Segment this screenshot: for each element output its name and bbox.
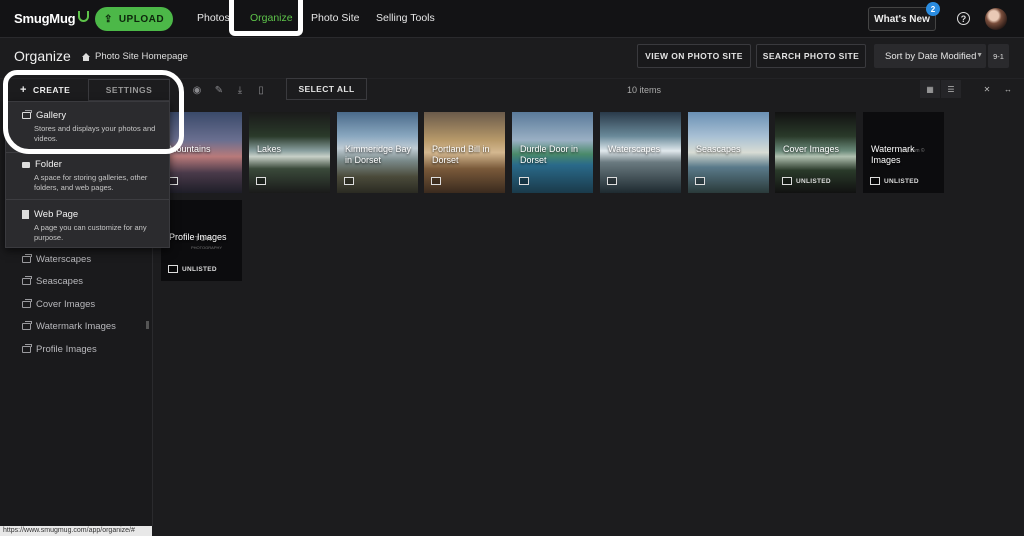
grid-view-icon[interactable]: ▦ xyxy=(920,80,940,98)
highlight-create-gallery-annotation xyxy=(3,70,184,154)
breadcrumb[interactable]: Photo Site Homepage xyxy=(82,51,188,62)
tile-label: Cover Images xyxy=(783,144,840,154)
gallery-icon xyxy=(519,177,529,185)
unlisted-badge: UNLISTED xyxy=(884,178,919,185)
gallery-icon xyxy=(22,299,32,308)
items-count: 10 items xyxy=(627,85,662,95)
wrench-icon[interactable]: ✎ xyxy=(212,83,226,97)
tile-label: Durdle Door in Dorset xyxy=(520,144,579,165)
upload-label: UPLOAD xyxy=(118,13,165,25)
gallery-icon xyxy=(870,177,880,185)
expand-icon[interactable]: ↔ xyxy=(998,80,1018,98)
tree-item-label: Cover Images xyxy=(36,299,96,310)
gallery-icon xyxy=(344,177,354,185)
menu-item-title: Web Page xyxy=(34,209,79,220)
collapse-icon[interactable]: ✕ xyxy=(977,80,997,98)
tree-item-label: Profile Images xyxy=(36,344,97,355)
tile-label: Kimmeridge Bay in Dorset xyxy=(345,144,412,165)
gallery-tile-durdle-door[interactable]: Durdle Door in Dorset xyxy=(512,112,593,193)
search-photo-site-button[interactable]: SEARCH PHOTO SITE xyxy=(756,44,866,68)
logo-text: SmugMug xyxy=(14,11,76,26)
gallery-tile-kimmeridge[interactable]: Kimmeridge Bay in Dorset xyxy=(337,112,418,193)
smile-icon xyxy=(78,11,90,22)
nav-link-photo-site[interactable]: Photo Site xyxy=(311,12,359,24)
whats-new-label: What's New xyxy=(874,13,930,25)
list-view-icon[interactable]: ☰ xyxy=(941,80,961,98)
gallery-icon xyxy=(431,177,441,185)
notification-badge: 2 xyxy=(926,2,940,16)
unlisted-badge: UNLISTED xyxy=(182,266,217,273)
gallery-icon xyxy=(256,177,266,185)
home-icon xyxy=(82,52,90,61)
menu-divider xyxy=(6,199,169,200)
tree-item-profile-images[interactable]: Profile Images xyxy=(22,344,97,355)
tree-item-watermark-images[interactable]: Watermark Images xyxy=(22,321,116,332)
sort-direction-button[interactable]: 9-1 xyxy=(988,44,1009,68)
gallery-icon xyxy=(22,254,32,263)
status-bar-url: https://www.smugmug.com/app/organize/# xyxy=(0,526,152,536)
create-menu-item-folder[interactable]: Folder A space for storing galleries, ot… xyxy=(6,159,169,193)
gallery-tile-seascapes[interactable]: Seascapes xyxy=(688,112,769,193)
eye-icon[interactable]: ◉ xyxy=(190,83,204,97)
sort-value: Sort by Date Modified xyxy=(885,50,977,62)
gallery-tile-watermark-images[interactable]: phy.com © Watermark Images UNLISTED xyxy=(863,112,944,193)
highlight-organize-annotation xyxy=(229,0,303,36)
gallery-icon xyxy=(22,276,32,285)
smugmug-logo[interactable]: SmugMug xyxy=(14,11,90,26)
tree-item-label: Waterscapes xyxy=(36,254,92,265)
tile-label: Waterscapes xyxy=(608,144,661,154)
download-icon[interactable]: ⤓ xyxy=(233,83,247,97)
gallery-icon xyxy=(782,177,792,185)
gallery-icon xyxy=(168,265,178,273)
gallery-tile-cover-images[interactable]: Cover Images UNLISTED xyxy=(775,112,856,193)
top-navigation: SmugMug ⇪ UPLOAD Photos Organize Photo S… xyxy=(0,0,1024,38)
chevron-down-icon: ▼ xyxy=(976,52,983,59)
view-on-photo-site-button[interactable]: VIEW ON PHOTO SITE xyxy=(637,44,751,68)
page-icon xyxy=(22,210,29,219)
tree-item-label: Seascapes xyxy=(36,276,84,287)
trash-icon[interactable]: ▯ xyxy=(254,83,268,97)
gallery-icon xyxy=(695,177,705,185)
tree-item-label: Watermark Images xyxy=(36,321,116,332)
upload-button[interactable]: ⇪ UPLOAD xyxy=(95,7,173,31)
tile-label: Lakes xyxy=(257,144,282,154)
gallery-icon xyxy=(607,177,617,185)
menu-item-description: A page you can customize for any purpose… xyxy=(34,223,147,242)
nav-link-selling-tools[interactable]: Selling Tools xyxy=(376,12,435,24)
brand-subtext: PHOTOGRAPHY xyxy=(191,245,223,250)
gallery-tile-profile-images[interactable]: TON PHOTOGRAPHY Profile Images UNLISTED xyxy=(161,200,242,281)
nav-link-photos[interactable]: Photos xyxy=(197,12,230,24)
gallery-tile-lakes[interactable]: Lakes xyxy=(249,112,330,193)
upload-arrow-icon: ⇪ xyxy=(103,13,113,25)
gallery-icon xyxy=(22,344,32,353)
unlisted-badge: UNLISTED xyxy=(796,178,831,185)
panel-resize-handle[interactable] xyxy=(146,321,149,329)
tile-label: Watermark Images xyxy=(871,144,915,165)
folder-icon xyxy=(22,161,30,168)
menu-item-title: Folder xyxy=(35,159,62,170)
tile-label: Seascapes xyxy=(696,144,741,154)
menu-item-description: A space for storing galleries, other fol… xyxy=(34,173,148,192)
avatar[interactable] xyxy=(985,8,1007,30)
tree-item-waterscapes[interactable]: Waterscapes xyxy=(22,254,91,265)
gallery-icon xyxy=(22,321,32,330)
tile-label: Portland Bill in Dorset xyxy=(432,144,490,165)
sort-dropdown[interactable]: Sort by Date Modified ▼ xyxy=(874,44,986,68)
breadcrumb-label: Photo Site Homepage xyxy=(95,51,188,62)
gallery-tile-waterscapes[interactable]: Waterscapes xyxy=(600,112,681,193)
tile-label: Profile Images xyxy=(169,232,227,242)
gallery-tile-portland-bill[interactable]: Portland Bill in Dorset xyxy=(424,112,505,193)
tree-item-cover-images[interactable]: Cover Images xyxy=(22,299,95,310)
create-menu-item-web-page[interactable]: Web Page A page you can customize for an… xyxy=(6,209,169,243)
page-title: Organize xyxy=(14,48,71,64)
tree-item-seascapes[interactable]: Seascapes xyxy=(22,276,83,287)
select-all-button[interactable]: SELECT ALL xyxy=(286,78,367,100)
help-icon[interactable]: ? xyxy=(957,12,970,25)
